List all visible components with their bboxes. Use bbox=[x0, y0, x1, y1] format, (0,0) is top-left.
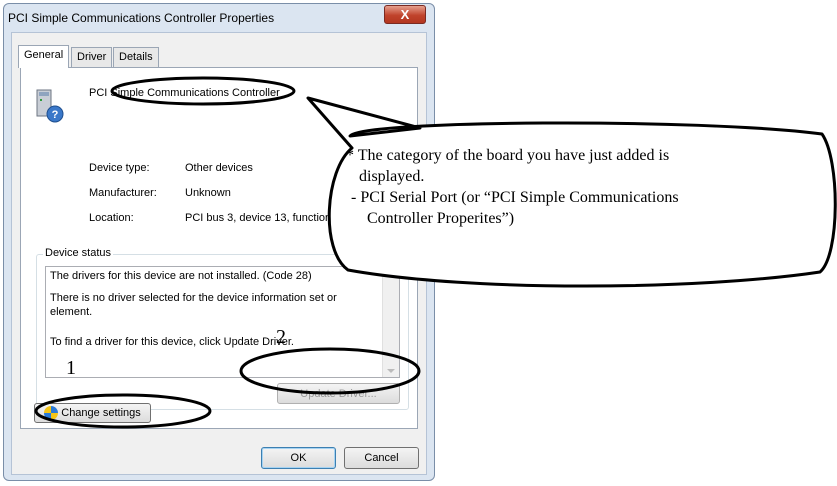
callout-text: * The category of the board you have jus… bbox=[346, 145, 826, 229]
step-label-1: 1 bbox=[66, 357, 76, 379]
callout-line-1: * The category of the board you have jus… bbox=[346, 147, 670, 164]
annotation-overlay bbox=[34, 76, 837, 429]
step-label-2: 2 bbox=[276, 326, 286, 348]
callout-line-3: - PCI Serial Port (or “PCI Simple Commun… bbox=[351, 189, 679, 206]
callout-line-4: Controller Properites”) bbox=[367, 210, 515, 227]
callout-line-2: displayed. bbox=[359, 168, 425, 185]
update-driver-highlight-ellipse bbox=[239, 347, 421, 395]
change-settings-highlight-ellipse bbox=[34, 393, 212, 429]
device-name-highlight-ellipse bbox=[110, 76, 296, 106]
